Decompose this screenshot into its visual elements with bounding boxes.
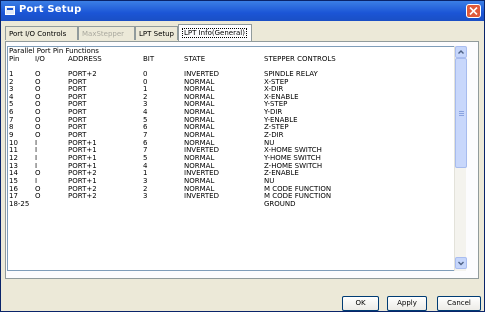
tab-lpt-info-general-label: LPT Info(General): [182, 28, 247, 38]
scroll-up-button[interactable]: [455, 46, 467, 58]
chevron-down-icon: [458, 261, 464, 266]
column-header-bit: BIT: [143, 54, 155, 63]
vertical-scrollbar[interactable]: [454, 46, 467, 271]
column-header-address: ADDRESS: [68, 54, 102, 63]
column-header-io: I/O: [35, 54, 45, 63]
cancel-button[interactable]: Cancel: [437, 296, 481, 311]
tab-port-io-controls[interactable]: Port I/O Controls: [5, 26, 78, 40]
column-header-stepper-controls: STEPPER CONTROLS: [264, 54, 336, 63]
cell-stepper-control: GROUND: [264, 199, 296, 208]
pin-functions-listbox[interactable]: Parallel Port Pin Functions Pin I/O ADDR…: [7, 46, 466, 271]
scroll-down-button[interactable]: [455, 257, 467, 269]
app-icon: [5, 6, 15, 15]
cell-bit: 3: [143, 192, 148, 201]
tab-lpt-setup[interactable]: LPT Setup: [135, 26, 178, 40]
apply-button[interactable]: Apply: [387, 296, 427, 311]
column-header-state: STATE: [184, 54, 206, 63]
column-header-pin: Pin: [9, 54, 20, 63]
chevron-up-icon: [458, 50, 464, 54]
ok-button[interactable]: OK: [342, 296, 379, 311]
cell-io: O: [35, 192, 41, 201]
tab-maxstepper: MaxStepper: [78, 26, 135, 40]
cell-pin: 18-25: [9, 199, 30, 208]
cell-state: INVERTED: [184, 192, 219, 201]
tab-lpt-info-general[interactable]: LPT Info(General): [178, 24, 252, 41]
close-button[interactable]: [466, 4, 481, 18]
close-icon: [469, 7, 478, 15]
port-setup-window: Port Setup Port I/O Controls MaxStepper …: [0, 0, 485, 312]
cell-address: PORT+2: [68, 192, 97, 201]
title-bar[interactable]: Port Setup: [1, 1, 484, 21]
window-title: Port Setup: [19, 4, 82, 15]
scroll-thumb[interactable]: [455, 58, 467, 168]
